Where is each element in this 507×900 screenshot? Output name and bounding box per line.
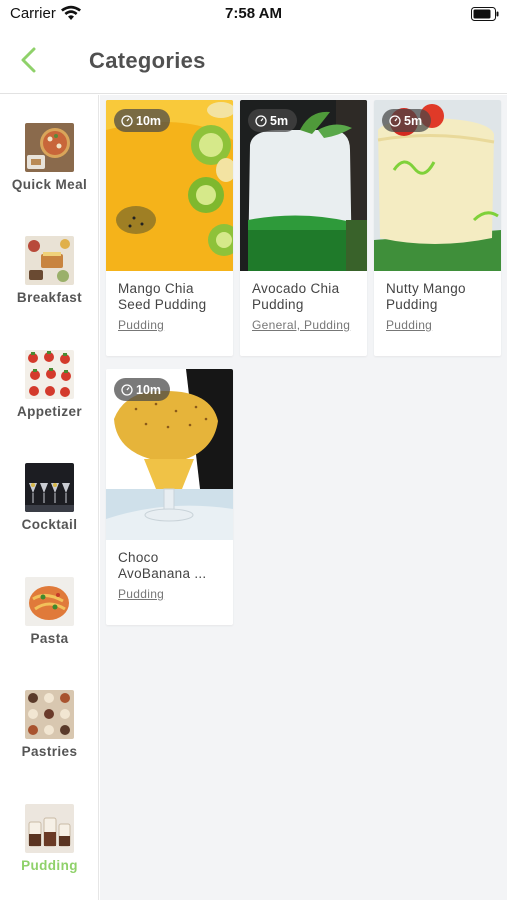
recipe-image: 5m [374, 100, 501, 271]
sidebar-item-pasta[interactable]: Pasta [0, 577, 99, 677]
recipe-image: 10m [106, 369, 233, 540]
sidebar-item-quick-meal[interactable]: Quick Meal [0, 123, 99, 223]
time-label: 10m [136, 382, 162, 397]
sidebar-item-breakfast[interactable]: Breakfast [0, 236, 99, 336]
recipe-card[interactable]: 5m Avocado Chia Pudding General, Pudding [240, 100, 367, 356]
timer-icon [121, 383, 133, 396]
recipe-category-link[interactable]: Pudding [118, 318, 226, 332]
sidebar-item-label: Cocktail [21, 517, 78, 532]
time-badge: 5m [248, 109, 298, 132]
recipe-grid: 10m Mango Chia Seed Pudding Pudding 5m A… [100, 95, 507, 900]
pasta-thumbnail [25, 577, 74, 626]
battery-icon [471, 7, 499, 21]
recipe-title: Avocado Chia Pudding [252, 281, 340, 312]
timer-icon [255, 114, 267, 127]
recipe-card[interactable]: 5m Nutty Mango Pudding Pudding [374, 100, 501, 356]
time-label: 5m [404, 113, 423, 128]
recipe-card[interactable]: 10m Mango Chia Seed Pudding Pudding [106, 100, 233, 356]
cocktail-thumbnail [25, 463, 74, 512]
nav-bar: Categories [0, 30, 507, 94]
recipe-image: 10m [106, 100, 233, 271]
time-label: 10m [136, 113, 162, 128]
recipe-card[interactable]: 10m Choco AvoBanana ... Pudding [106, 369, 233, 625]
recipe-category-link[interactable]: General, Pudding [252, 318, 360, 332]
time-badge: 10m [114, 109, 171, 132]
time-badge: 10m [114, 378, 171, 401]
recipe-title: Choco AvoBanana ... [118, 550, 207, 581]
sidebar-item-label: Pasta [30, 631, 69, 646]
recipe-image: 5m [240, 100, 367, 271]
sidebar-item-label: Pastries [21, 744, 78, 759]
status-bar: Carrier 7:58 AM [0, 0, 507, 30]
sidebar-item-label: Pudding [21, 858, 78, 873]
category-sidebar: Quick Meal Breakfast Appetizer Cocktail … [0, 95, 99, 900]
recipe-category-link[interactable]: Pudding [118, 587, 226, 601]
appetizer-thumbnail [25, 350, 74, 399]
timer-icon [121, 114, 133, 127]
sidebar-item-label: Quick Meal [11, 177, 88, 192]
sidebar-item-label: Breakfast [16, 290, 83, 305]
page-title: Categories [89, 48, 206, 73]
timer-icon [389, 114, 401, 127]
time-badge: 5m [382, 109, 432, 132]
sidebar-item-label: Appetizer [16, 404, 83, 419]
sidebar-item-pastries[interactable]: Pastries [0, 690, 99, 790]
pudding-thumbnail [25, 804, 74, 853]
breakfast-thumbnail [25, 236, 74, 285]
time-label: 5m [270, 113, 289, 128]
back-chevron-icon[interactable] [14, 44, 46, 76]
pastries-thumbnail [25, 690, 74, 739]
sidebar-item-cocktail[interactable]: Cocktail [0, 463, 99, 563]
recipe-title: Mango Chia Seed Pudding [118, 281, 207, 312]
sidebar-item-appetizer[interactable]: Appetizer [0, 350, 99, 450]
status-time: 7:58 AM [225, 5, 282, 22]
sidebar-item-pudding[interactable]: Pudding [0, 804, 99, 900]
recipe-category-link[interactable]: Pudding [386, 318, 494, 332]
recipe-title: Nutty Mango Pudding [386, 281, 466, 312]
quick-meal-thumbnail [25, 123, 74, 172]
